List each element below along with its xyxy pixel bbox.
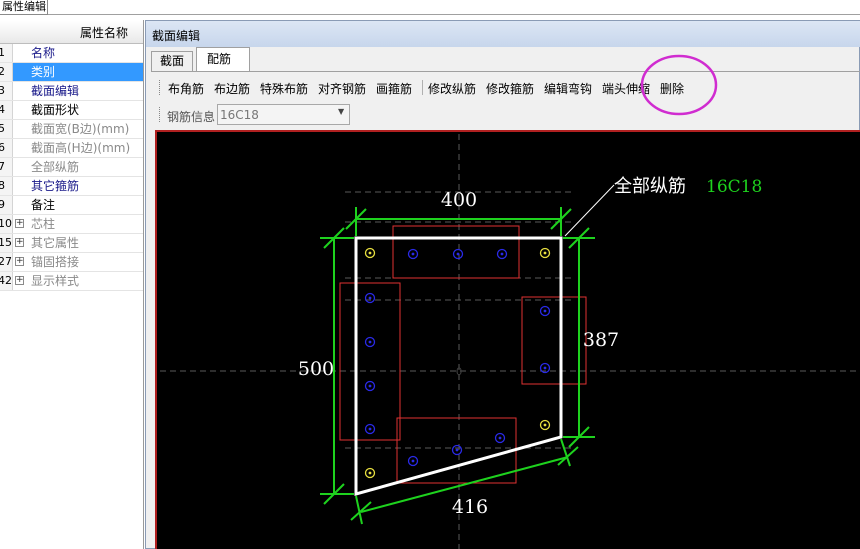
dimension-left-text: 500 xyxy=(298,358,334,380)
highlight-circle xyxy=(640,54,718,116)
rebar-annotation-value[interactable]: 16C18 xyxy=(706,177,762,197)
dimension-bottom-text: 416 xyxy=(452,496,488,518)
stirrup-left[interactable] xyxy=(339,282,401,441)
dimension-top-text: 400 xyxy=(441,189,477,211)
section-drawing: 0 400 500 387 416 全部纵筋 16C18 xyxy=(160,54,860,549)
origin-mark: 0 xyxy=(456,367,462,378)
stirrup-top[interactable] xyxy=(392,225,520,279)
dimension-right-text: 387 xyxy=(583,329,619,351)
stirrups xyxy=(339,225,587,484)
rebar-annotation-label[interactable]: 全部纵筋 xyxy=(614,176,686,197)
annotation-leader xyxy=(564,184,615,237)
edge-bar-centers xyxy=(368,252,547,463)
corner-bar-centers xyxy=(368,251,547,475)
